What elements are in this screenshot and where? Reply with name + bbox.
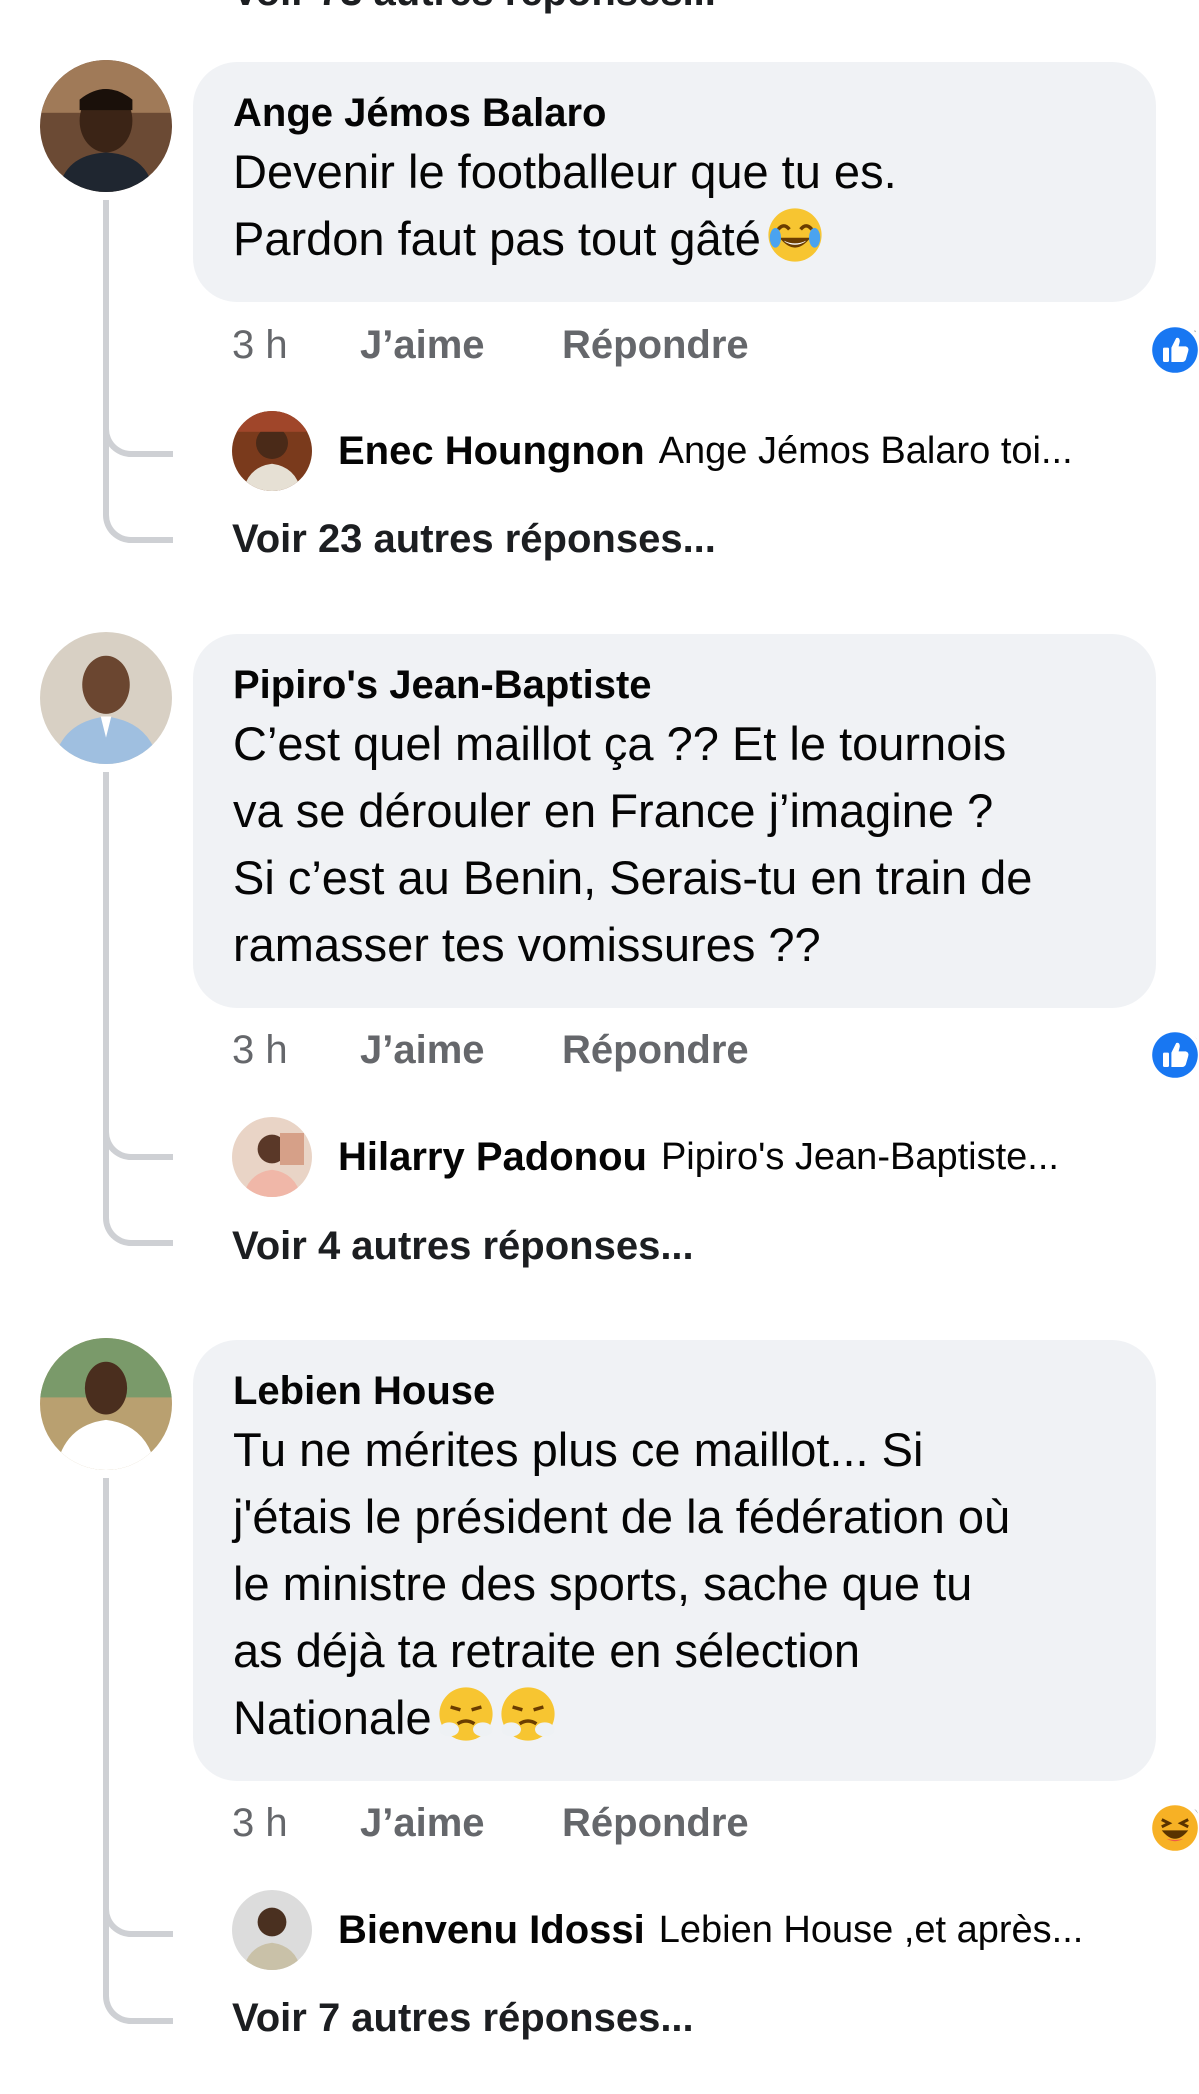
avatar[interactable] [40,60,172,192]
comment-line: Pardon faut pas tout gâté [233,212,761,265]
comment-line-with-emoji: Nationale [233,1684,1116,1751]
reply-text: Pipiro's Jean-Baptiste... [660,1135,1059,1178]
comment-author[interactable]: Ange Jémos Balaro [233,88,1116,138]
comment-text: Tu ne mérites plus ce maillot... Si j'ét… [233,1416,1116,1751]
comment-time: 3 h [232,323,288,367]
comment-line: Si c’est au Benin, Serais-tu en train de [233,851,1033,904]
comments-screen: Voir 73 autres réponses... Ange Jémos Ba… [0,0,1199,2094]
comment-bubble: Ange Jémos Balaro Devenir le footballeur… [193,62,1156,302]
comment-line: le ministre des sports, sache que tu [233,1557,973,1610]
avatar[interactable] [40,632,172,764]
reply-avatar[interactable] [232,411,312,491]
avatar[interactable] [40,1338,172,1470]
comment-line-with-emoji: Pardon faut pas tout gâté [233,205,1116,272]
steam-emoji-icon [500,1686,556,1742]
comment-author[interactable]: Lebien House [233,1366,1116,1416]
comment-line: Tu ne mérites plus ce maillot... Si [233,1423,924,1476]
comment-line: Devenir le footballeur que tu es. [233,145,897,198]
comment-line: ramasser tes vomissures ?? [233,918,821,971]
reply-text: Ange Jémos Balaro toi... [658,429,1073,472]
reply-preview[interactable]: Enec Houngnon Ange Jémos Balaro toi... [232,411,1156,491]
like-reaction-icon [1148,1028,1199,1082]
reply-author[interactable]: Enec Houngnon [338,429,645,474]
comment-line: Nationale [233,1691,432,1744]
haha-reaction-icon [1148,1801,1199,1855]
comment-text: Devenir le footballeur que tu es. Pardon… [233,138,1116,272]
more-replies-link[interactable]: Voir 4 autres réponses... [232,1224,694,1269]
reply-button[interactable]: Répondre [562,323,749,368]
comment-line: va se dérouler en France j’imagine ? [233,784,994,837]
comment-line: C’est quel maillot ça ?? Et le tournois [233,717,1007,770]
reply-text: Lebien House ,et après... [658,1908,1084,1951]
comment-actions: 3 h J’aime Répondre 12 [232,1793,1199,1855]
comment-line: as déjà ta retraite en sélection [233,1624,861,1677]
comment-time: 3 h [232,1028,288,1072]
like-button[interactable]: J’aime [360,1028,485,1073]
thread-connector [103,200,173,543]
reply-preview[interactable]: Hilarry Padonou Pipiro's Jean-Baptiste..… [232,1117,1156,1197]
reply-preview[interactable]: Bienvenu Idossi Lebien House ,et après..… [232,1890,1156,1970]
comment-line: j'étais le président de la fédération où [233,1490,1011,1543]
reply-button[interactable]: Répondre [562,1801,749,1846]
more-replies-link[interactable]: Voir 7 autres réponses... [232,1996,694,2041]
like-button[interactable]: J’aime [360,1801,485,1846]
comment-text: C’est quel maillot ça ?? Et le tournois … [233,710,1116,978]
thread-connector [103,1478,173,2024]
reply-author[interactable]: Bienvenu Idossi [338,1908,645,1953]
steam-emoji-icon [438,1686,494,1742]
comment-actions: 3 h J’aime Répondre 10 [232,1020,1199,1082]
reply-avatar[interactable] [232,1117,312,1197]
comment-bubble: Lebien House Tu ne mérites plus ce maill… [193,1340,1156,1781]
comment-bubble: Pipiro's Jean-Baptiste C’est quel maillo… [193,634,1156,1008]
like-button[interactable]: J’aime [360,323,485,368]
joy-emoji-icon [767,207,823,263]
more-replies-link[interactable]: Voir 23 autres réponses... [232,517,716,562]
comment-author[interactable]: Pipiro's Jean-Baptiste [233,660,1116,710]
comment-time: 3 h [232,1801,288,1845]
reply-author[interactable]: Hilarry Padonou [338,1135,647,1180]
like-reaction-icon [1148,323,1199,377]
thread-connector [103,772,173,1246]
comment-actions: 3 h J’aime Répondre 140 [232,315,1199,377]
top-more-replies-link[interactable]: Voir 73 autres réponses... [232,0,716,15]
reply-button[interactable]: Répondre [562,1028,749,1073]
reply-avatar[interactable] [232,1890,312,1970]
